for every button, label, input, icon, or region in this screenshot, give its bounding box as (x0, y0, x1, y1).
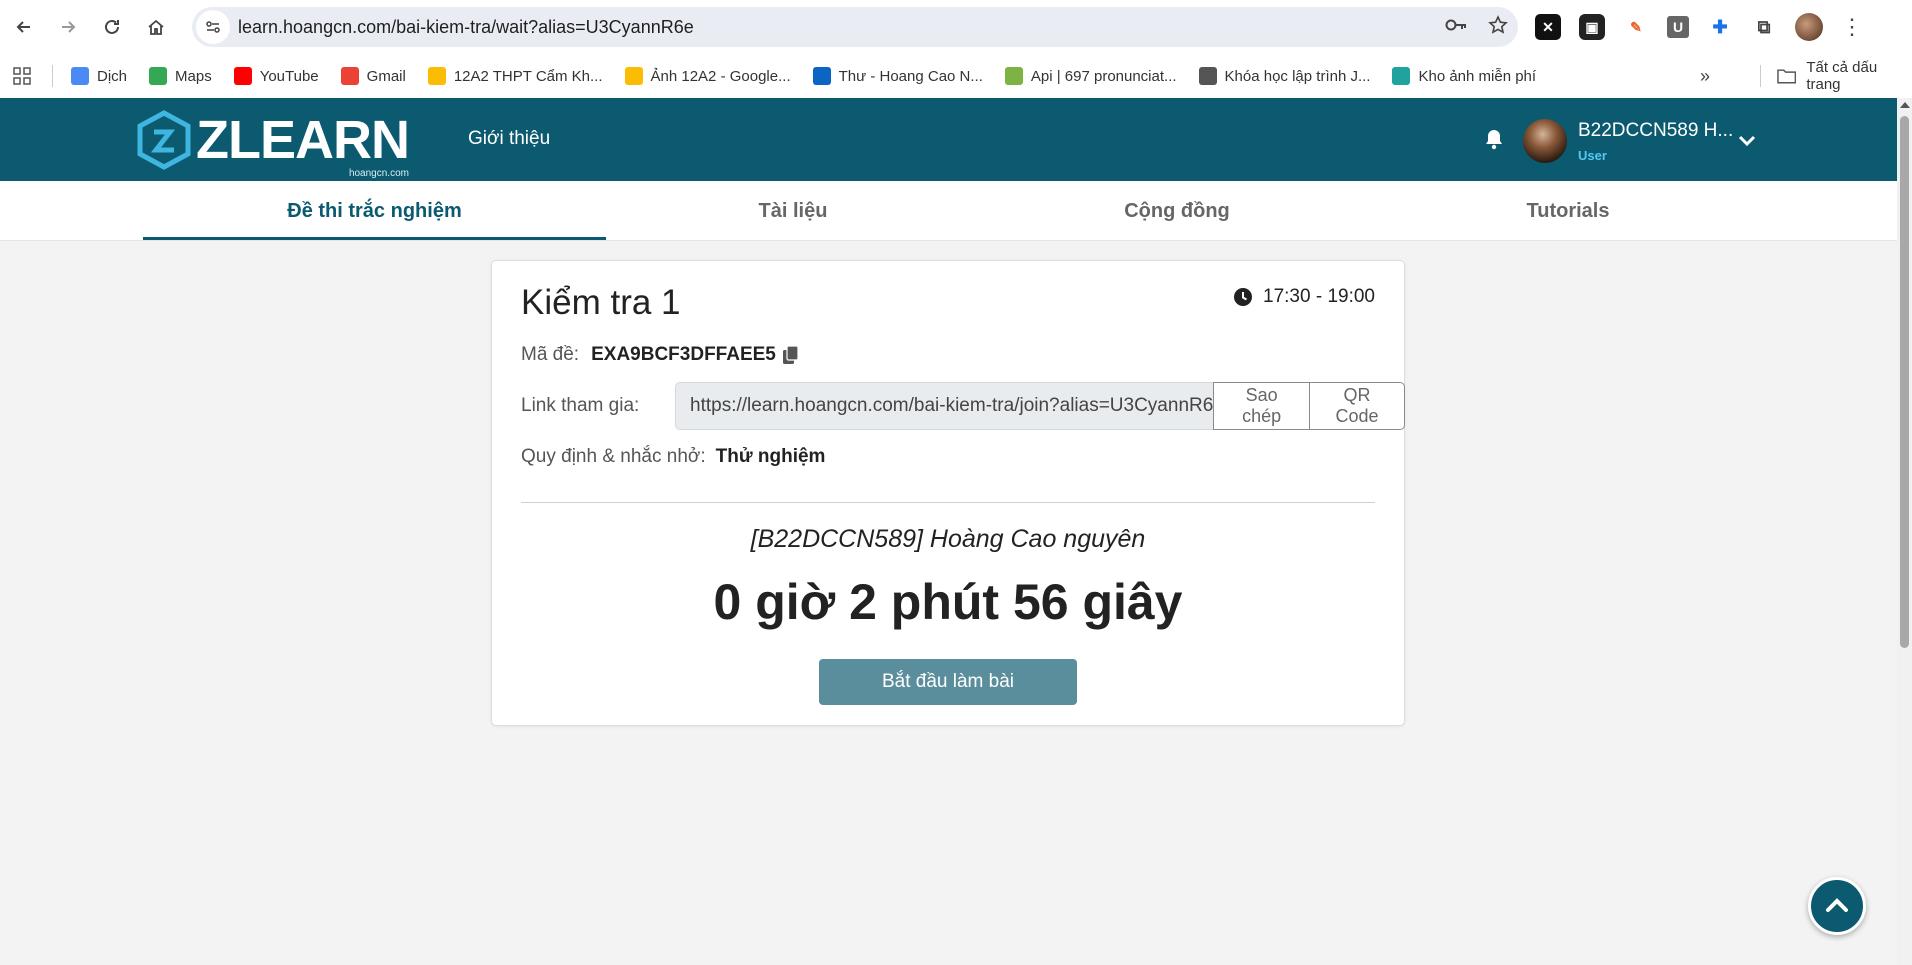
tab-cong-dong[interactable]: Cộng đồng (980, 181, 1374, 241)
bookmark-label: Ảnh 12A2 - Google... (650, 67, 791, 85)
qr-code-button[interactable]: QR Code (1309, 382, 1405, 430)
notification-bell-icon[interactable] (1483, 128, 1505, 150)
bookmark-favicon-icon (340, 67, 359, 85)
join-link-row: Link tham gia: https://learn.hoangcn.com… (521, 382, 1405, 430)
bookmark-item[interactable]: YouTube (233, 67, 319, 85)
bookmark-label: Gmail (366, 67, 406, 85)
bookmark-label: Dịch (97, 67, 128, 85)
zlearn-logo[interactable]: ZLEARN hoangcn.com (136, 110, 410, 179)
countdown-timer: 0 giờ 2 phút 56 giây (713, 574, 1183, 630)
bookmark-favicon-icon (812, 67, 831, 85)
bookmark-label: YouTube (259, 67, 319, 85)
bookmarks-separator (52, 65, 53, 87)
join-link-input[interactable]: https://learn.hoangcn.com/bai-kiem-tra/j… (675, 382, 1214, 430)
browser-toolbar: learn.hoangcn.com/bai-kiem-tra/wait?alia… (0, 0, 1912, 54)
extension-gamepad-icon[interactable]: ▣ (1579, 14, 1605, 40)
bookmark-item[interactable]: 12A2 THPT Cẩm Kh... (427, 67, 603, 85)
bookmarks-overflow-icon[interactable]: » (1700, 54, 1710, 98)
back-icon[interactable] (2, 5, 46, 49)
bookmark-favicon-icon (233, 67, 252, 85)
bookmark-label: Maps (175, 67, 212, 85)
exam-card: Kiểm tra 1 17:30 - 19:00 Mã đề: EXA9BCF3… (491, 260, 1405, 726)
exam-time: 17:30 - 19:00 (1233, 286, 1375, 308)
url-text[interactable]: learn.hoangcn.com/bai-kiem-tra/wait?alia… (238, 17, 694, 38)
tab-tutorials[interactable]: Tutorials (1374, 181, 1762, 241)
bookmark-item[interactable]: Dịch (71, 67, 127, 85)
logo-text: ZLEARN (196, 110, 410, 170)
bookmark-star-icon[interactable] (1488, 14, 1508, 40)
logo-hexagon-icon (137, 110, 191, 170)
forward-icon[interactable] (46, 5, 90, 49)
bookmark-favicon-icon (1392, 67, 1411, 85)
all-bookmarks-folder[interactable]: Tất cả dấu trang (1760, 54, 1912, 98)
home-icon[interactable] (134, 5, 178, 49)
bookmark-favicon-icon (1198, 67, 1217, 85)
divider (521, 502, 1375, 503)
tab-de-thi[interactable]: Đề thi trắc nghiệm (143, 181, 606, 241)
bookmark-item[interactable]: Kho ảnh miễn phí (1392, 67, 1536, 85)
scrollbar-thumb[interactable] (1900, 116, 1909, 648)
bookmark-item[interactable]: Ảnh 12A2 - Google... (624, 67, 791, 85)
all-bookmarks-label: Tất cả dấu trang (1806, 59, 1878, 93)
address-bar[interactable]: learn.hoangcn.com/bai-kiem-tra/wait?alia… (192, 7, 1518, 47)
bookmark-label: 12A2 THPT Cẩm Kh... (453, 67, 603, 85)
join-link-group: https://learn.hoangcn.com/bai-kiem-tra/j… (675, 382, 1405, 430)
copy-link-button[interactable]: Sao chép (1213, 382, 1310, 430)
bookmark-label: Kho ảnh miễn phí (1418, 67, 1537, 85)
chevron-down-icon[interactable] (1737, 130, 1757, 150)
site-info-icon[interactable] (196, 10, 230, 44)
user-name[interactable]: B22DCCN589 H... (1578, 120, 1733, 142)
user-avatar[interactable] (1522, 118, 1568, 164)
bookmark-favicon-icon (71, 67, 89, 85)
start-exam-button[interactable]: Bắt đầu làm bài (819, 659, 1077, 705)
apps-grid-icon[interactable] (12, 66, 32, 86)
extension-u-icon[interactable]: U (1667, 16, 1689, 38)
bookmark-favicon-icon (624, 67, 643, 85)
rules-label: Quy định & nhắc nhở: (521, 446, 706, 467)
extension-pen-icon[interactable]: ✎ (1623, 14, 1649, 40)
nav-intro-link[interactable]: Giới thiệu (468, 128, 550, 150)
exam-code-label: Mã đề: (521, 344, 580, 365)
main-tabs: Đề thi trắc nghiệm Tài liệu Cộng đồng Tu… (0, 181, 1897, 241)
active-tab-indicator (143, 237, 606, 240)
student-name: [B22DCCN589] Hoàng Cao nguyên (750, 525, 1146, 553)
scroll-up-arrow-icon[interactable] (1900, 102, 1910, 108)
page-scrollbar[interactable] (1897, 98, 1912, 965)
join-link-label: Link tham gia: (521, 395, 640, 416)
password-key-icon[interactable] (1444, 17, 1468, 38)
rules-value: Thử nghiệm (715, 446, 826, 467)
bookmark-item[interactable]: Maps (149, 67, 212, 85)
bookmark-favicon-icon (149, 67, 168, 85)
tab-tai-lieu[interactable]: Tài liệu (606, 181, 980, 241)
browser-menu-icon[interactable]: ⋮ (1841, 16, 1863, 38)
site-header: ZLEARN hoangcn.com Giới thiệu B22DCCN589… (0, 98, 1897, 181)
bookmark-item[interactable]: Thư - Hoang Cao N... (812, 67, 983, 85)
exam-title: Kiểm tra 1 (521, 283, 681, 322)
clock-icon (1234, 288, 1253, 306)
bookmark-favicon-icon (1004, 67, 1023, 85)
bookmarks-bar: Dịch Maps YouTube Gmail 12A2 THPT Cẩm Kh... Ả… (0, 54, 1912, 98)
browser-profile-avatar[interactable] (1795, 13, 1823, 41)
exam-code-value: EXA9BCF3DFFAEE5 (591, 344, 776, 365)
exam-code-row: Mã đề: EXA9BCF3DFFAEE5 (521, 344, 800, 366)
folder-icon (1777, 69, 1797, 84)
bookmark-item[interactable]: Khóa học lập trình J... (1198, 67, 1371, 85)
extension-puzzle-icon[interactable]: ✚ (1707, 14, 1733, 40)
bookmark-label: Api | 697 pronunciat... (1030, 67, 1177, 85)
chevron-up-icon (1826, 898, 1848, 912)
bookmark-label: Thư - Hoang Cao N... (838, 67, 983, 85)
copy-icon[interactable] (782, 345, 800, 365)
bookmark-label: Khóa học lập trình J... (1224, 67, 1371, 85)
extension-cat-icon[interactable]: ✕ (1535, 14, 1561, 40)
user-role: User (1578, 148, 1607, 163)
rules-row: Quy định & nhắc nhở: Thử nghiệm (521, 446, 825, 468)
extensions-menu-icon[interactable]: ⧉ (1751, 14, 1777, 40)
bookmark-favicon-icon (427, 67, 446, 85)
bookmark-item[interactable]: Gmail (340, 67, 406, 85)
bookmark-item[interactable]: Api | 697 pronunciat... (1004, 67, 1177, 85)
scroll-to-top-button[interactable] (1808, 877, 1866, 935)
logo-subtext: hoangcn.com (348, 168, 409, 179)
reload-icon[interactable] (90, 5, 134, 49)
exam-time-range: 17:30 - 19:00 (1263, 286, 1375, 307)
